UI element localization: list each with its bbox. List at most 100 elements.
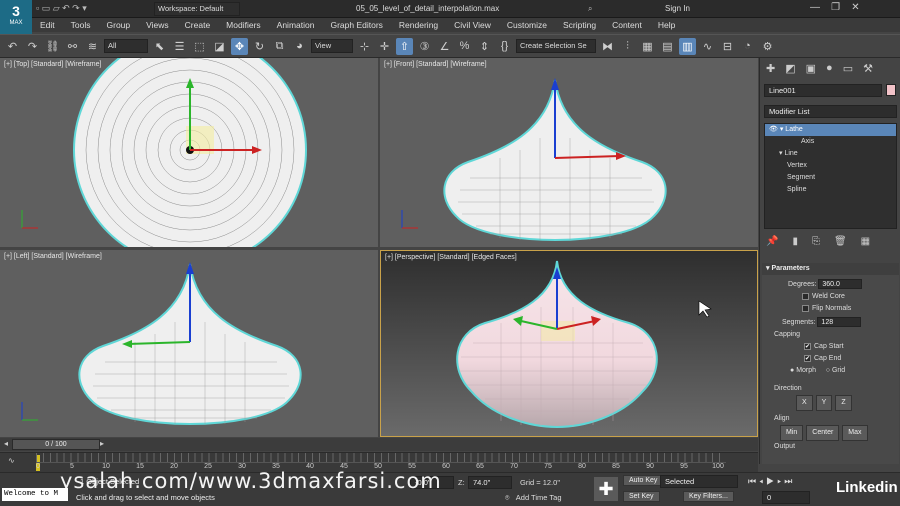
cap-start-checkbox[interactable]: ✔ Cap Start [762, 341, 899, 353]
menu-graph-editors[interactable]: Graph Editors [322, 18, 390, 32]
rect-selection-icon[interactable]: ⬚ [191, 38, 208, 55]
keyboard-shortcut-override-icon[interactable]: ⇧ [396, 37, 413, 55]
menu-group[interactable]: Group [99, 18, 139, 32]
material-editor-icon[interactable]: ◔ [739, 38, 756, 55]
weld-core-checkbox[interactable]: Weld Core [762, 291, 899, 303]
curve-editor-icon[interactable]: ∿ [699, 38, 716, 55]
show-end-result-icon[interactable]: ▮ [792, 236, 798, 247]
menu-content[interactable]: Content [604, 18, 650, 32]
modifier-list-dropdown[interactable]: Modifier List [764, 105, 897, 118]
time-slider-thumb[interactable]: 0 / 100 [12, 439, 100, 450]
time-slider[interactable]: ◂ 0 / 100 ▸ [0, 438, 758, 451]
select-by-name-icon[interactable]: ☰ [171, 38, 188, 55]
stack-item-lathe[interactable]: 👁 ▾ Lathe [765, 124, 896, 136]
parameters-rollout-header[interactable]: ▾ Parameters [762, 263, 899, 275]
set-key-big-button[interactable]: ✚ [594, 477, 618, 501]
toggle-layer-explorer-icon[interactable]: ▤ [659, 38, 676, 55]
stack-item-axis[interactable]: Axis [765, 136, 896, 148]
flip-normals-checkbox[interactable]: Flip Normals [762, 303, 899, 315]
current-frame-field[interactable]: 0 [762, 491, 810, 504]
align-max-button[interactable]: Max [842, 425, 868, 441]
modify-tab-icon[interactable]: ◩ [785, 62, 795, 75]
set-key-button[interactable]: Set Key [623, 491, 660, 502]
playback-controls[interactable]: ⏮◂▶▸⏭ [748, 476, 795, 487]
select-rotate-icon[interactable]: ↻ [251, 38, 268, 55]
time-slider-next-icon[interactable]: ▸ [100, 439, 104, 448]
named-selection-dropdown[interactable]: Create Selection Se [516, 39, 596, 53]
select-manipulate-icon[interactable]: ✛ [376, 38, 393, 55]
key-mode-dropdown[interactable]: Selected [660, 475, 738, 488]
stack-item-spline[interactable]: Spline [765, 184, 896, 196]
stack-item-vertex[interactable]: Vertex [765, 160, 896, 172]
menu-animation[interactable]: Animation [269, 18, 323, 32]
align-center-button[interactable]: Center [806, 425, 840, 441]
direction-y-button[interactable]: Y [815, 395, 833, 411]
link-icon[interactable]: ⛓ [44, 38, 61, 55]
align-min-button[interactable]: Min [780, 425, 804, 441]
menu-tools[interactable]: Tools [63, 18, 99, 32]
hierarchy-tab-icon[interactable]: ▣ [806, 62, 816, 75]
viewport-top[interactable]: [+] [Top] [Standard] [Wireframe] [0, 58, 378, 247]
bind-spacewarp-icon[interactable]: ≋ [84, 38, 101, 55]
viewport-front[interactable]: [+] [Front] [Standard] [Wireframe] [380, 58, 758, 247]
toggle-ribbon-icon[interactable]: ▥ [679, 37, 696, 55]
menu-rendering[interactable]: Rendering [391, 18, 446, 32]
viewport-perspective[interactable]: [+] [Perspective] [Standard] [Edged Face… [380, 250, 758, 437]
schematic-view-icon[interactable]: ⊟ [719, 38, 736, 55]
window-crossing-icon[interactable]: ◪ [211, 38, 228, 55]
angle-snap-icon[interactable]: ∠ [436, 38, 453, 55]
remove-modifier-icon[interactable]: 🗑 [834, 236, 847, 247]
maxscript-listener[interactable]: Welcome to M [2, 488, 68, 501]
sign-in-link[interactable]: Sign In [665, 4, 690, 13]
app-logo[interactable]: 3 MAX [0, 0, 32, 34]
menu-create[interactable]: Create [177, 18, 219, 32]
toggle-scene-explorer-icon[interactable]: ▦ [639, 38, 656, 55]
morph-radio[interactable]: ● Morph [790, 367, 816, 374]
cap-end-checkbox[interactable]: ✔ Cap End [762, 353, 899, 365]
menu-civil-view[interactable]: Civil View [446, 18, 499, 32]
menu-scripting[interactable]: Scripting [555, 18, 604, 32]
configure-modifier-sets-icon[interactable]: ▦ [861, 236, 870, 247]
pivot-center-icon[interactable]: ⊹ [356, 38, 373, 55]
render-setup-icon[interactable]: ⚙ [759, 38, 776, 55]
stack-item-segment[interactable]: Segment [765, 172, 896, 184]
viewport-left[interactable]: [+] [Left] [Standard] [Wireframe] [0, 250, 378, 437]
menu-help[interactable]: Help [650, 18, 683, 32]
reference-coordinate-dropdown[interactable]: View [311, 39, 353, 53]
direction-x-button[interactable]: X [796, 395, 813, 411]
undo-icon[interactable]: ↶ [4, 38, 21, 55]
z-coordinate-field[interactable]: 74.0" [468, 476, 512, 489]
snaps-toggle-icon[interactable]: ③ [416, 38, 433, 55]
workspace-dropdown[interactable]: Workspace: Default [154, 2, 240, 16]
search-icon[interactable]: ⌕ [588, 4, 592, 14]
percent-snap-icon[interactable]: % [456, 38, 473, 55]
auto-key-button[interactable]: Auto Key [623, 475, 664, 486]
key-filters-button[interactable]: Key Filters... [683, 491, 734, 502]
redo-icon[interactable]: ↷ [24, 38, 41, 55]
menu-edit[interactable]: Edit [32, 18, 63, 32]
selection-filter-dropdown[interactable]: All [104, 39, 148, 53]
display-tab-icon[interactable]: ▭ [843, 62, 853, 75]
spinner-snap-icon[interactable]: ⇕ [476, 38, 493, 55]
pin-stack-icon[interactable]: 📌 [766, 236, 778, 247]
eye-icon[interactable]: 👁 [769, 126, 778, 133]
grid-radio[interactable]: ○ Grid [826, 367, 845, 374]
object-color-swatch[interactable] [886, 84, 896, 96]
stack-item-line[interactable]: ▾ Line [765, 148, 896, 160]
segments-spinner[interactable]: 128 [817, 317, 862, 327]
create-tab-icon[interactable]: ✚ [766, 62, 775, 75]
mirror-icon[interactable]: ⧓ [599, 38, 616, 55]
select-scale-icon[interactable]: ⧉ [271, 38, 288, 55]
unlink-icon[interactable]: ⚯ [64, 38, 81, 55]
make-unique-icon[interactable]: ⎘ [812, 236, 820, 247]
menu-customize[interactable]: Customize [499, 18, 555, 32]
time-slider-prev-icon[interactable]: ◂ [4, 439, 8, 448]
window-controls[interactable]: — ❐ ✕ [810, 2, 860, 13]
select-move-icon[interactable]: ✥ [231, 37, 248, 55]
motion-tab-icon[interactable]: ● [826, 62, 833, 75]
menu-modifiers[interactable]: Modifiers [218, 18, 268, 32]
edit-named-selection-icon[interactable]: {} [496, 38, 513, 55]
place-icon[interactable]: ◕ [291, 38, 308, 55]
menu-views[interactable]: Views [138, 18, 177, 32]
direction-z-button[interactable]: Z [835, 395, 852, 411]
